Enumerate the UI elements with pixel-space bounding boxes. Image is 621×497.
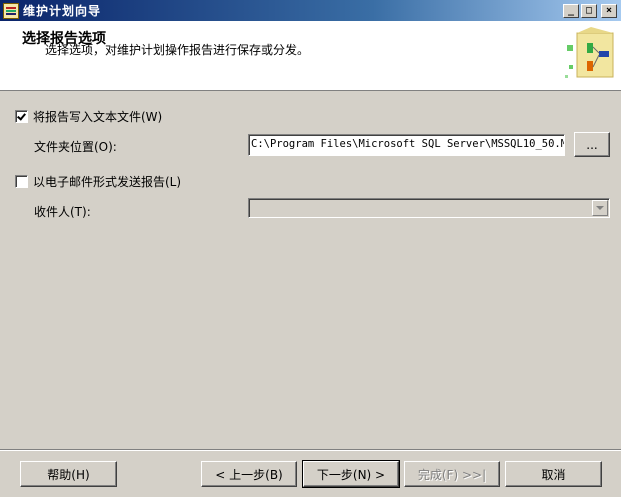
recipient-combo[interactable] [248,198,610,218]
recipient-label: 收件人(T): [34,205,91,219]
page-subtitle: 选择选项，对维护计划操作报告进行保存或分发。 [45,43,310,57]
wizard-header: 选择报告选项 选择选项，对维护计划操作报告进行保存或分发。 [0,21,621,91]
app-icon [3,2,19,19]
chevron-down-icon[interactable] [592,200,608,216]
email-report-checkbox[interactable] [15,175,28,188]
window-title: 维护计划向导 [23,4,102,18]
wizard-graphic-icon [565,27,614,78]
finish-button[interactable]: 完成(F) >>| [404,461,500,487]
write-to-file-checkbox[interactable] [15,110,28,123]
email-report-label: 以电子邮件形式发送报告(L) [33,175,182,189]
folder-location-input[interactable]: C:\Program Files\Microsoft SQL Server\MS… [248,134,565,156]
footer-separator [0,449,621,451]
help-button[interactable]: 帮助(H) [20,461,117,487]
write-to-file-row[interactable]: 将报告写入文本文件(W) [15,108,162,125]
cancel-button[interactable]: 取消 [505,461,602,487]
folder-location-label: 文件夹位置(O): [34,140,117,154]
email-report-row[interactable]: 以电子邮件形式发送报告(L) [15,173,181,190]
write-to-file-label: 将报告写入文本文件(W) [33,110,163,124]
next-button[interactable]: 下一步(N) > [302,460,400,488]
close-button[interactable]: × [601,3,617,18]
maximize-button[interactable]: □ [581,3,597,18]
browse-button[interactable]: ... [574,132,610,157]
minimize-button[interactable]: _ [563,3,579,18]
window-controls: _ □ × [563,3,617,18]
back-button[interactable]: < 上一步(B) [201,461,297,487]
title-bar: 维护计划向导 _ □ × [0,0,621,21]
